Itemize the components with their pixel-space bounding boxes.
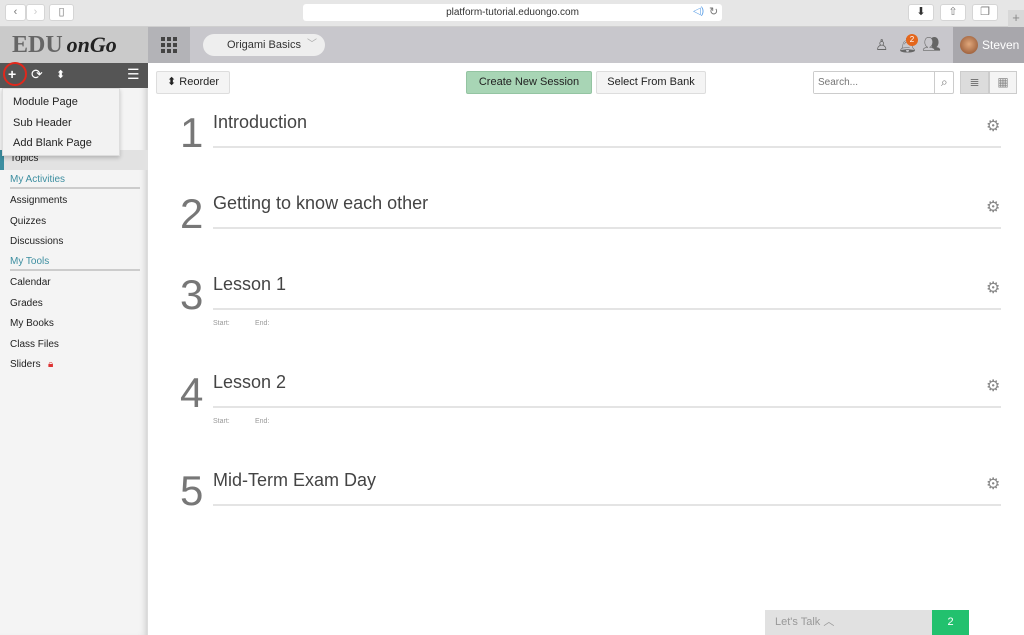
reorder-button[interactable]: ⬍ Reorder	[156, 71, 230, 94]
session-title[interactable]: Lesson 2	[213, 372, 286, 393]
chat-label: Let's Talk	[775, 616, 821, 628]
search-input[interactable]	[814, 72, 926, 93]
session-end: End:	[255, 320, 270, 327]
session-divider	[213, 146, 1001, 148]
forward-button[interactable]: ›	[26, 4, 45, 21]
gear-icon[interactable]: ⚙	[986, 376, 1000, 396]
chevron-up-icon: ︿	[823, 616, 835, 628]
session-number: 2	[180, 190, 204, 237]
gear-icon[interactable]: ⚙	[986, 474, 1000, 494]
hamburger-icon[interactable]: ☰	[127, 66, 140, 83]
create-session-button[interactable]: Create New Session	[466, 71, 592, 94]
add-dropdown-menu: Module Page Sub Header Add Blank Page	[2, 88, 120, 156]
lets-talk-chat[interactable]: Let's Talk ︿	[765, 610, 932, 635]
sort-icon[interactable]: ⬍	[56, 68, 65, 81]
session-divider	[213, 308, 1001, 310]
session-title[interactable]: Introduction	[213, 112, 307, 133]
refresh-icon[interactable]: ⟳	[31, 66, 43, 83]
reload-icon[interactable]: ↻	[709, 5, 718, 18]
course-selector[interactable]: Origami Basics ﹀	[203, 34, 325, 56]
logo[interactable]: EDU onGo	[0, 27, 148, 63]
sidebar-item-my-books[interactable]: My Books	[10, 318, 54, 329]
sidebar-heading-my-tools: My Tools	[10, 256, 140, 271]
share-icon[interactable]: ⇧	[940, 4, 966, 21]
hidden-lock-icon: 🔒︎	[48, 359, 54, 370]
logo-edu: EDU	[12, 32, 63, 58]
sidebar-item-class-files[interactable]: Class Files	[10, 339, 59, 350]
sidebar-item-calendar[interactable]: Calendar	[10, 277, 51, 288]
session-number: 3	[180, 271, 204, 318]
url-bar[interactable]: platform-tutorial.eduongo.com	[303, 4, 722, 21]
session-number: 4	[180, 369, 204, 416]
gear-icon[interactable]: ⚙	[986, 278, 1000, 298]
reorder-label: Reorder	[179, 76, 220, 88]
back-button[interactable]: ‹	[5, 4, 26, 21]
search-box: ⌕	[813, 71, 954, 94]
person-icon[interactable]: ♙	[875, 36, 888, 54]
highlight-circle	[3, 62, 27, 86]
avatar	[960, 36, 978, 54]
chat-count[interactable]: 2	[932, 610, 969, 635]
user-menu[interactable]: Steven	[953, 27, 1024, 63]
logo-ongo: onGo	[66, 32, 117, 57]
sidebar-item-assignments[interactable]: Assignments	[10, 195, 67, 206]
session-title[interactable]: Getting to know each other	[213, 193, 428, 214]
session-end: End:	[255, 418, 270, 425]
user-name: Steven	[982, 38, 1020, 52]
notification-badge: 2	[906, 34, 918, 46]
session-start: Start:	[213, 418, 230, 425]
gear-icon[interactable]: ⚙	[986, 116, 1000, 136]
session-title[interactable]: Mid-Term Exam Day	[213, 470, 376, 491]
sidebar-toggle-icon[interactable]: ▯	[49, 4, 74, 21]
select-from-bank-button[interactable]: Select From Bank	[596, 71, 706, 94]
apps-grid-button[interactable]	[148, 27, 190, 63]
sidebar-item-grades[interactable]: Grades	[10, 298, 43, 309]
session-divider	[213, 406, 1001, 408]
audio-icon[interactable]: ◁)	[693, 6, 704, 17]
sidebar-heading-my-activities: My Activities	[10, 174, 140, 189]
menu-item-module-page[interactable]: Module Page	[3, 93, 119, 114]
grid-view-button[interactable]: ▦	[989, 71, 1017, 94]
session-divider	[213, 504, 1001, 506]
chevron-down-icon: ﹀	[307, 39, 317, 50]
sidebar-item-quizzes[interactable]: Quizzes	[10, 216, 46, 227]
sidebar-item-discussions[interactable]: Discussions	[10, 236, 63, 247]
session-divider	[213, 227, 1001, 229]
list-view-button[interactable]: ≣	[960, 71, 989, 94]
menu-item-sub-header[interactable]: Sub Header	[3, 114, 119, 135]
session-title[interactable]: Lesson 1	[213, 274, 286, 295]
session-number: 1	[180, 109, 204, 156]
tabs-icon[interactable]: ❐	[972, 4, 998, 21]
grid-icon	[161, 37, 177, 53]
sort-icon: ⬍	[166, 76, 180, 88]
download-icon[interactable]: ⬇	[908, 4, 934, 21]
session-number: 5	[180, 467, 204, 514]
menu-item-add-blank-page[interactable]: Add Blank Page	[3, 134, 119, 155]
session-start: Start:	[213, 320, 230, 327]
search-icon[interactable]: ⌕	[934, 72, 948, 93]
new-tab-button[interactable]: +	[1008, 10, 1024, 27]
gear-icon[interactable]: ⚙	[986, 197, 1000, 217]
course-name: Origami Basics	[227, 39, 301, 51]
group-icon[interactable]: 👥︎	[922, 35, 941, 53]
sidebar-item-sliders[interactable]: Sliders	[10, 359, 41, 370]
